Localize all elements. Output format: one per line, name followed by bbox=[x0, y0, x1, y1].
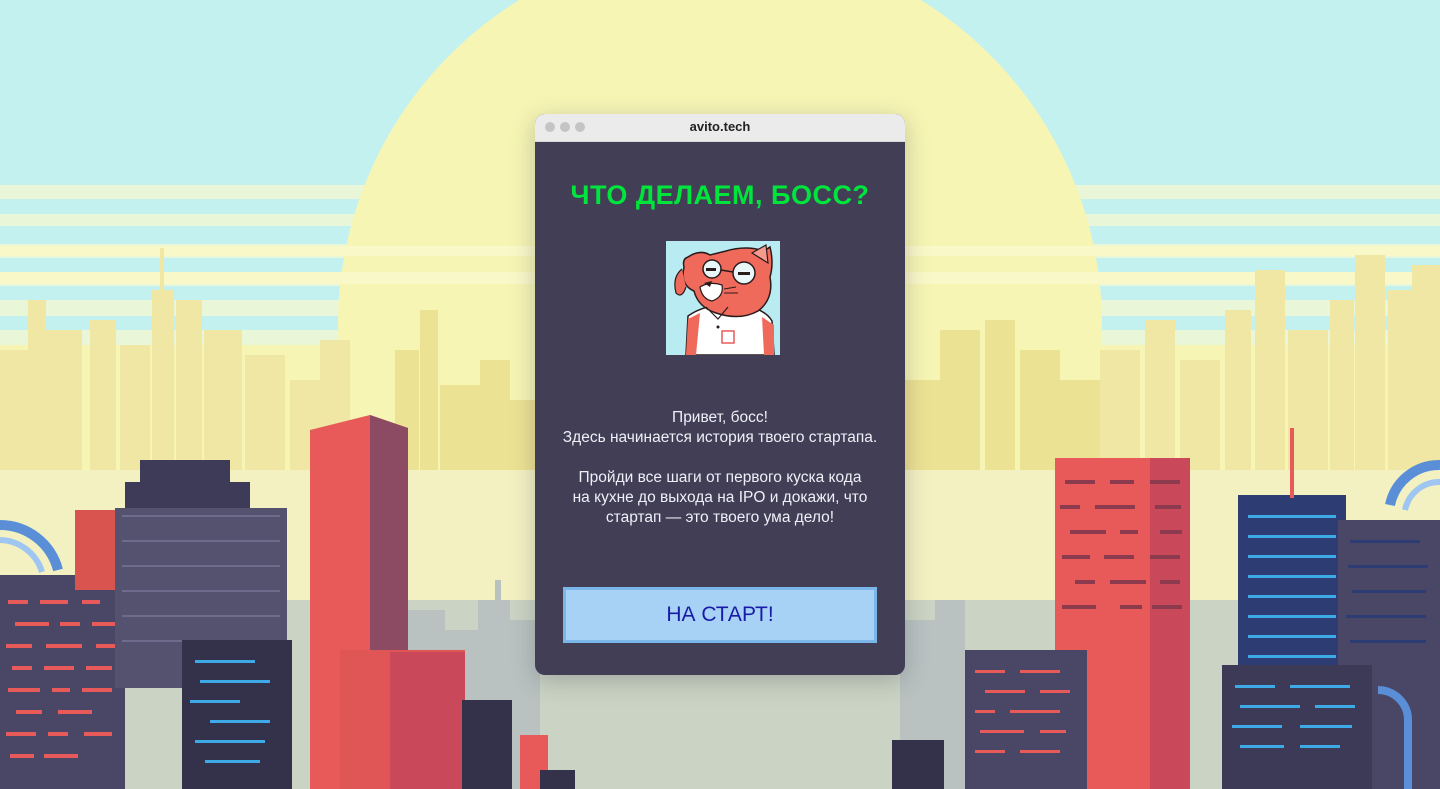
game-heading: ЧТО ДЕЛАЕМ, БОСС? bbox=[570, 180, 870, 210]
intro-line: на кухне до выхода на IPO и докажи, что bbox=[572, 489, 868, 506]
intro-description: Пройди все шаги от первого куска кода на… bbox=[535, 468, 905, 528]
start-button[interactable]: НА СТАРТ! bbox=[563, 587, 877, 643]
game-window: avito.tech ЧТО ДЕЛАЕМ, БОСС? Привет, бос… bbox=[535, 114, 905, 675]
intro-line: Привет, босс! bbox=[672, 409, 768, 426]
intro-greeting: Привет, босс! Здесь начинается история т… bbox=[535, 408, 905, 448]
window-titlebar: avito.tech bbox=[535, 114, 905, 142]
window-title: avito.tech bbox=[689, 119, 751, 134]
intro-line: Пройди все шаги от первого куска кода bbox=[578, 469, 862, 486]
intro-line: стартап — это твоего ума дело! bbox=[605, 509, 835, 526]
intro-line: Здесь начинается история твоего стартапа… bbox=[562, 429, 878, 446]
cat-avatar-icon bbox=[666, 241, 780, 355]
